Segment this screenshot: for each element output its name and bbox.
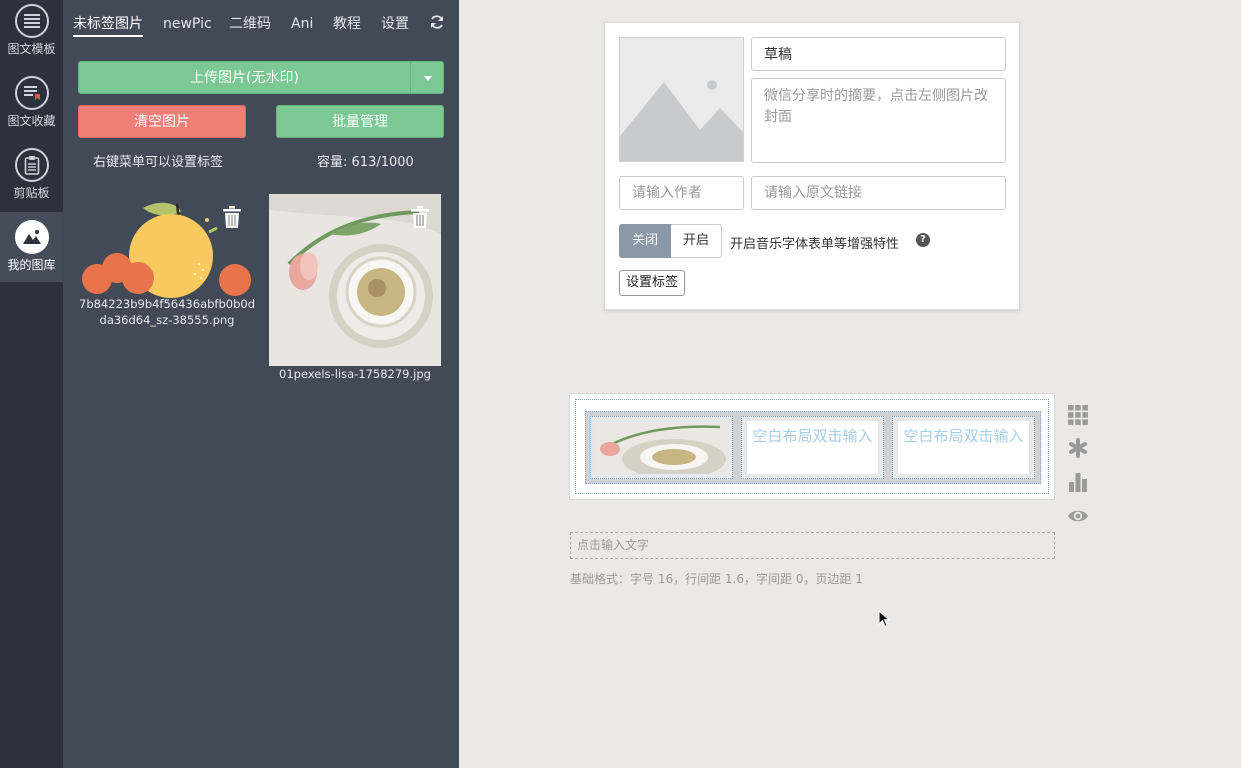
gallery-image-name: 01pexels-lisa-1758279.jpg bbox=[279, 367, 431, 381]
refresh-icon[interactable] bbox=[429, 14, 445, 30]
rail-item-clipboard[interactable]: 剪贴板 bbox=[0, 144, 63, 214]
gallery-image-thumb[interactable] bbox=[269, 194, 441, 366]
capacity-label: 容量: bbox=[317, 155, 348, 170]
layout-cell-image[interactable] bbox=[590, 416, 733, 479]
tab-ani[interactable]: Ani bbox=[291, 15, 313, 33]
tab-settings[interactable]: 设置 bbox=[381, 15, 409, 33]
enhanced-features-label: 开启音乐字体表单等增强特性 bbox=[730, 237, 900, 252]
base-format-info: 基础格式：字号 16，行间距 1.6，字间距 0，页边距 1 bbox=[570, 570, 863, 587]
article-summary-input[interactable] bbox=[751, 78, 1006, 163]
tag-hint-text: 右键菜单可以设置标签 bbox=[93, 155, 224, 170]
list-icon bbox=[14, 4, 49, 38]
capacity-value: 613/1000 bbox=[351, 155, 414, 170]
rail-item-label: 图文模板 bbox=[7, 42, 56, 56]
library-tabs: 未标签图片 newPic 二维码 Ani 教程 设置 bbox=[63, 0, 459, 40]
trash-icon[interactable] bbox=[411, 206, 429, 228]
batch-manage-button[interactable]: 批量管理 bbox=[276, 105, 444, 138]
mouse-cursor-icon bbox=[878, 610, 890, 628]
format-letter-spacing: 字间距 0， bbox=[756, 572, 816, 586]
article-title-input[interactable] bbox=[751, 37, 1006, 71]
upload-image-button[interactable]: 上传图片(无水印) bbox=[78, 61, 410, 94]
format-line-height: 行间距 1.6， bbox=[685, 572, 757, 586]
grid-icon[interactable] bbox=[1067, 404, 1089, 426]
rail-item-label: 我的图库 bbox=[7, 258, 56, 272]
tab-untagged[interactable]: 未标签图片 bbox=[73, 15, 143, 37]
enhanced-features-toggle: 关闭 开启 bbox=[619, 224, 723, 258]
trash-icon[interactable] bbox=[223, 206, 241, 228]
source-link-input[interactable] bbox=[751, 176, 1006, 210]
icon-rail: 图文模板 图文收藏 剪贴板 我的图库 bbox=[0, 0, 63, 768]
format-page-margin: 页边距 1 bbox=[815, 572, 863, 586]
rail-item-gallery[interactable]: 我的图库 bbox=[0, 212, 63, 282]
set-tags-button[interactable]: 设置标签 bbox=[619, 270, 686, 296]
upload-options-dropdown[interactable] bbox=[410, 61, 444, 94]
asterisk-icon[interactable] bbox=[1067, 437, 1089, 459]
author-input[interactable] bbox=[619, 176, 744, 210]
clipboard-icon bbox=[14, 148, 49, 182]
image-library-panel: 未标签图片 newPic 二维码 Ani 教程 设置 上传图片(无水印) 清空图… bbox=[63, 0, 459, 768]
format-font-size: 字号 16， bbox=[630, 572, 686, 586]
layout-row: 空白布局双击输入 空白布局双击输入 bbox=[585, 411, 1041, 484]
bar-chart-icon[interactable] bbox=[1067, 471, 1089, 493]
gallery-image-name: 7b84223b9b4f56436abfb0b0dda36d64_sz-3855… bbox=[79, 297, 255, 327]
cover-image-picker[interactable] bbox=[619, 37, 744, 162]
layout-block[interactable]: 空白布局双击输入 空白布局双击输入 bbox=[569, 393, 1055, 500]
bookmark-list-icon bbox=[14, 76, 49, 110]
rail-item-favorites[interactable]: 图文收藏 bbox=[0, 72, 63, 142]
tab-qrcode[interactable]: 二维码 bbox=[229, 15, 271, 33]
rail-item-label: 图文收藏 bbox=[7, 114, 56, 128]
layout-cell-empty[interactable]: 空白布局双击输入 bbox=[741, 416, 884, 479]
text-input-area[interactable]: 点击输入文字 bbox=[570, 532, 1055, 559]
toggle-off-button[interactable]: 关闭 bbox=[619, 224, 672, 258]
layout-cell-text: 空白布局双击输入 bbox=[898, 421, 1029, 474]
eye-icon[interactable] bbox=[1067, 505, 1089, 527]
tea-photo bbox=[596, 421, 727, 474]
image-placeholder-icon bbox=[620, 38, 743, 161]
layout-cell-empty[interactable]: 空白布局双击输入 bbox=[892, 416, 1035, 479]
rail-item-label: 剪贴板 bbox=[13, 186, 50, 200]
layout-block-frame: 空白布局双击输入 空白布局双击输入 bbox=[575, 399, 1049, 494]
rail-item-templates[interactable]: 图文模板 bbox=[0, 0, 63, 70]
capacity-indicator: 容量: 613/1000 bbox=[317, 151, 414, 170]
gallery-image-thumb[interactable] bbox=[81, 194, 253, 366]
image-gallery-icon bbox=[14, 220, 49, 254]
help-icon[interactable]: ? bbox=[916, 233, 930, 247]
clear-images-button[interactable]: 清空图片 bbox=[78, 105, 246, 138]
layout-cell-text: 空白布局双击输入 bbox=[747, 421, 878, 474]
tab-tutorial[interactable]: 教程 bbox=[333, 15, 361, 33]
tab-newpic[interactable]: newPic bbox=[163, 15, 212, 33]
toggle-on-button[interactable]: 开启 bbox=[671, 224, 723, 258]
format-prefix: 基础格式： bbox=[570, 572, 631, 586]
article-settings-card: 关闭 开启 开启音乐字体表单等增强特性 ? 设置标签 bbox=[604, 22, 1020, 310]
